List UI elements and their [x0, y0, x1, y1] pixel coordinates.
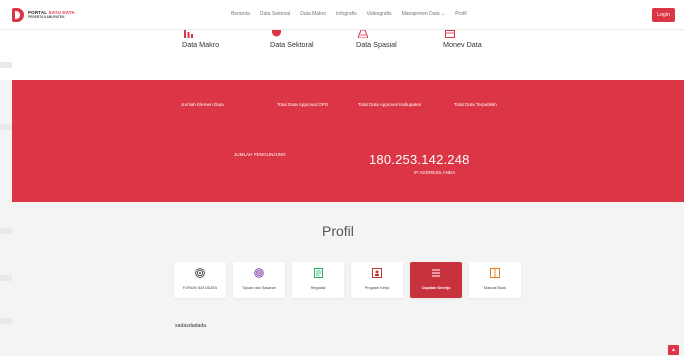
card-label: Capaian Kinerja	[421, 286, 451, 290]
card-manual-book[interactable]: Manual Book	[469, 262, 521, 298]
book-icon	[490, 268, 500, 278]
document-icon	[313, 268, 323, 278]
map-icon	[358, 30, 426, 39]
nav-item-infografis[interactable]: Infografis	[336, 11, 357, 17]
card-regulasi[interactable]: Regulasi	[292, 262, 344, 298]
edge-divider	[0, 275, 12, 281]
card-program-kerja[interactable]: Program Kerja	[351, 262, 403, 298]
logo-icon	[12, 8, 24, 22]
edge-divider	[0, 124, 12, 130]
person-board-icon	[372, 268, 382, 278]
nav-item-data-makro[interactable]: Data Makro	[300, 11, 326, 17]
profil-section-title: Profil	[322, 223, 354, 239]
login-button[interactable]: Login	[652, 8, 675, 22]
card-label: Manual Book	[483, 286, 507, 290]
profil-card-row: FORUM SATUDATA Tujuan dan Sasaran Regula…	[174, 262, 521, 298]
stat-label-elemen-data: Jumlah Elemen Data	[181, 102, 224, 107]
edge-divider	[0, 318, 12, 324]
category-data-sektoral[interactable]: Data Sektoral	[270, 30, 340, 49]
card-label: Program Kerja	[364, 286, 390, 290]
target-icon	[195, 268, 205, 278]
category-label: Monev Data	[443, 40, 482, 49]
card-tujuan-sasaran[interactable]: Tujuan dan Sasaran	[233, 262, 285, 298]
stat-label-terpublish: Total Data Terpublish	[454, 102, 497, 107]
card-forum-satudata[interactable]: FORUM SATUDATA	[174, 262, 226, 298]
nav-item-videografis[interactable]: Videografis	[367, 11, 392, 17]
brand-title-main: PORTAL	[28, 9, 48, 15]
pie-chart-icon	[272, 30, 340, 39]
statistics-band: Jumlah Elemen Data Total Data Approval O…	[12, 80, 684, 202]
card-label: Tujuan dan Sasaran	[241, 286, 277, 290]
fingerprint-icon	[254, 268, 264, 278]
category-monev-data[interactable]: Monev Data	[443, 30, 513, 49]
card-label: FORUM SATUDATA	[182, 286, 218, 290]
calendar-icon	[445, 30, 513, 39]
brand-logo[interactable]: PORTAL SATU DATA PESERTA KABUPATEN	[12, 8, 75, 22]
brand-title-accent: SATU DATA	[48, 9, 75, 15]
top-navbar: PORTAL SATU DATA PESERTA KABUPATEN Beran…	[0, 0, 684, 30]
brand-subtitle: PESERTA KABUPATEN	[28, 15, 65, 20]
ip-address-caption: IP ADDRESS ANDA	[414, 170, 456, 175]
ip-address-value: 180.253.142.248	[369, 152, 470, 167]
visitor-count-label: JUMLAH PENGUNJUNG	[234, 152, 286, 157]
list-icon	[431, 268, 441, 278]
stat-label-approval-kabupaten: Total Data Approval Kabupaten	[358, 102, 422, 107]
nav-item-profil[interactable]: Profil	[455, 11, 466, 17]
category-data-spasial[interactable]: Data Spasial	[356, 30, 426, 49]
scroll-to-top-button[interactable]: ▲	[668, 345, 679, 355]
bar-chart-icon	[184, 30, 252, 39]
stat-label-approval-opd: Total Data Approval OPD	[277, 102, 329, 107]
category-label: Data Sektoral	[270, 40, 314, 49]
profil-content-text: sadasdadada	[175, 323, 207, 329]
category-label: Data Makro	[182, 40, 220, 49]
nav-item-beranda[interactable]: Beranda	[231, 11, 250, 17]
card-label: Regulasi	[310, 286, 326, 290]
category-data-makro[interactable]: Data Makro	[182, 30, 252, 49]
main-nav: Beranda Data Sektoral Data Makro Infogra…	[231, 11, 467, 17]
nav-item-manajemen-data[interactable]: Manajemen Data ⌄	[402, 11, 446, 17]
category-label: Data Spasial	[356, 40, 397, 49]
arrow-up-icon: ▲	[671, 347, 676, 353]
nav-item-data-sektoral[interactable]: Data Sektoral	[260, 11, 290, 17]
card-capaian-kinerja[interactable]: Capaian Kinerja	[410, 262, 462, 298]
category-strip: Data Makro Data Sektoral Data Spasial Mo…	[0, 30, 684, 80]
edge-divider	[0, 62, 12, 68]
edge-divider	[0, 228, 12, 234]
